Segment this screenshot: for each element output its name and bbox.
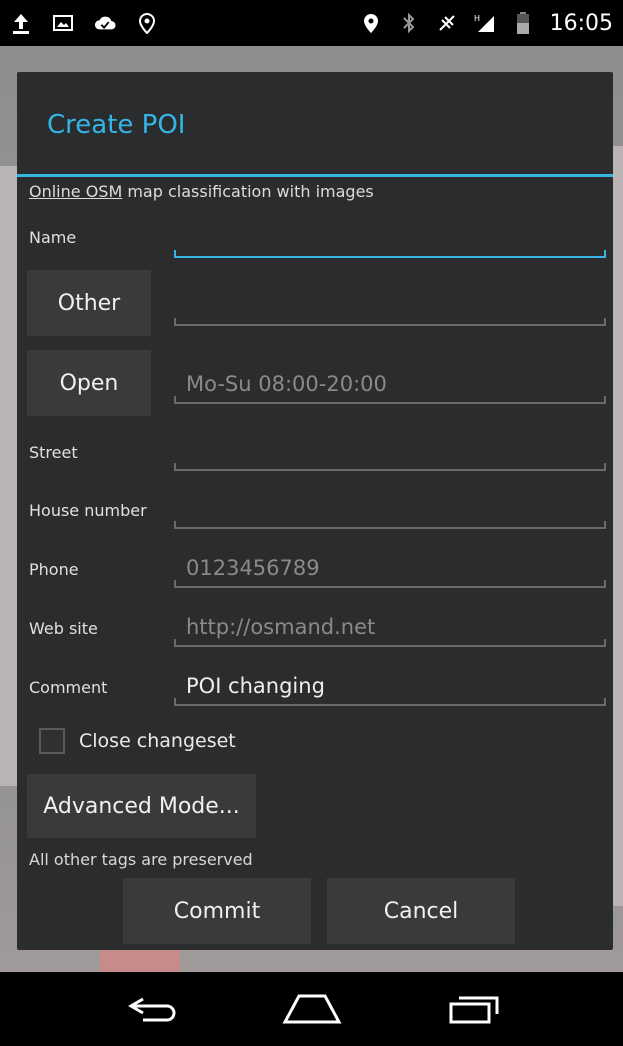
opening-hours-placeholder: Mo-Su 08:00-20:00 <box>186 372 387 396</box>
close-changeset-checkbox[interactable] <box>39 728 65 754</box>
title-divider <box>17 174 613 177</box>
cloud-check-icon <box>94 12 116 34</box>
street-label: Street <box>29 443 78 462</box>
dialog-title: Create POI <box>47 110 186 140</box>
navigation-bar <box>0 972 623 1046</box>
osm-info-text: map classification with images <box>122 182 374 201</box>
web-site-placeholder: http://osmand.net <box>186 615 376 639</box>
upload-icon <box>10 12 32 34</box>
osm-info-line: Online OSM map classification with image… <box>29 182 374 201</box>
commit-button[interactable]: Commit <box>123 878 311 944</box>
status-time: 16:05 <box>549 10 613 36</box>
create-poi-dialog: Create POI Online OSM map classification… <box>17 72 613 950</box>
bluetooth-icon <box>398 12 420 34</box>
name-label: Name <box>29 228 77 247</box>
battery-icon <box>512 12 534 34</box>
web-site-input[interactable]: http://osmand.net <box>174 611 606 647</box>
recents-icon[interactable] <box>438 989 508 1029</box>
poi-type-button[interactable]: Other <box>27 270 151 336</box>
home-icon[interactable] <box>277 989 347 1029</box>
location-icon <box>360 12 382 34</box>
comment-value: POI changing <box>186 674 325 698</box>
tags-note: All other tags are preserved <box>29 850 253 869</box>
name-input[interactable] <box>174 222 606 258</box>
image-icon <box>52 12 74 34</box>
location-outline-icon <box>136 12 158 34</box>
phone-placeholder: 0123456789 <box>186 556 320 580</box>
comment-label: Comment <box>29 678 108 697</box>
opening-hours-input[interactable]: Mo-Su 08:00-20:00 <box>174 368 606 404</box>
comment-input[interactable]: POI changing <box>174 670 606 706</box>
house-number-input[interactable] <box>174 493 606 529</box>
status-bar: H 16:05 <box>0 0 623 46</box>
phone-input[interactable]: 0123456789 <box>174 552 606 588</box>
poi-type-input[interactable] <box>174 290 606 326</box>
online-osm-link[interactable]: Online OSM <box>29 182 122 201</box>
opening-hours-button[interactable]: Open <box>27 350 151 416</box>
close-changeset-label[interactable]: Close changeset <box>79 730 236 752</box>
phone-label: Phone <box>29 560 79 579</box>
cancel-button[interactable]: Cancel <box>327 878 515 944</box>
advanced-mode-button[interactable]: Advanced Mode... <box>27 774 256 838</box>
street-input[interactable] <box>174 435 606 471</box>
house-number-label: House number <box>29 501 147 520</box>
cellular-signal-icon: H <box>474 12 496 34</box>
back-icon[interactable] <box>116 989 186 1029</box>
signal-off-icon <box>436 12 458 34</box>
svg-text:H: H <box>474 14 480 23</box>
web-site-label: Web site <box>29 619 98 638</box>
